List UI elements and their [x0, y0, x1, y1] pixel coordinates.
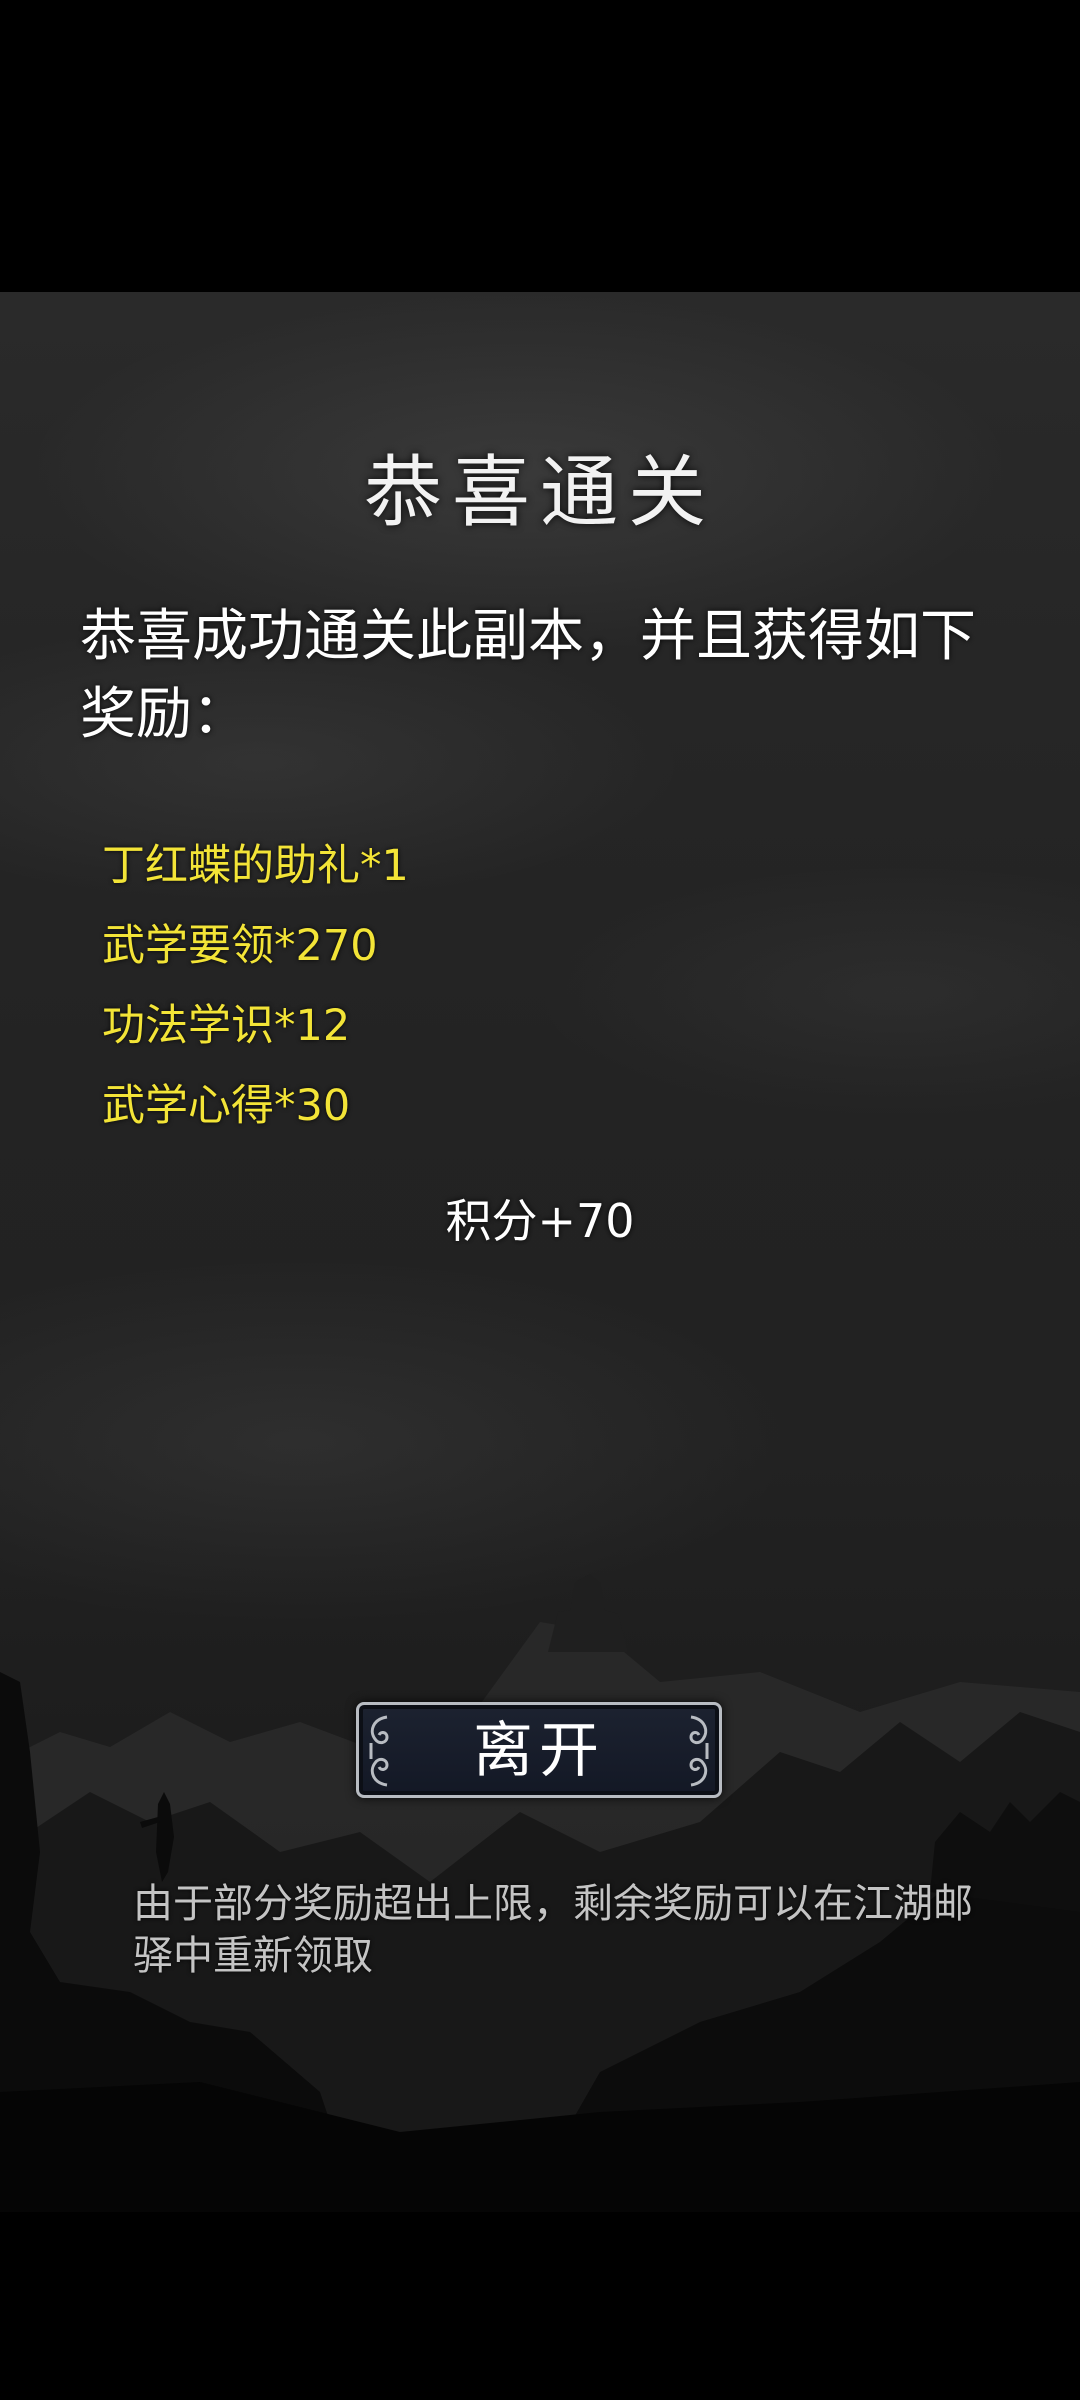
scroll-ornament-icon	[689, 1715, 709, 1787]
reward-item: 武学要领*270	[102, 921, 378, 971]
reward-list: 丁红蝶的助礼*1 武学要领*270 功法学识*12 武学心得*30	[102, 830, 902, 1150]
top-black-bar	[0, 0, 1080, 292]
score-gain: 积分+70	[445, 1194, 635, 1248]
overflow-notice: 由于部分奖励超出上限，剩余奖励可以在江湖邮驿中重新领取	[133, 1881, 973, 1979]
dialog-title: 恭喜通关	[363, 448, 716, 538]
game-screen: 恭喜通关 恭喜成功通关此副本，并且获得如下奖励： 丁红蝶的助礼*1 武学要领*2…	[0, 0, 1080, 2400]
reward-item: 武学心得*30	[102, 1081, 351, 1131]
leave-button[interactable]: 离开	[356, 1702, 722, 1798]
reward-message: 恭喜成功通关此副本，并且获得如下奖励：	[80, 604, 976, 747]
reward-item: 功法学识*12	[102, 1001, 351, 1051]
reward-item: 丁红蝶的助礼*1	[102, 841, 409, 891]
bottom-black-bar	[0, 2212, 1080, 2400]
leave-button-label: 离开	[473, 1716, 605, 1786]
